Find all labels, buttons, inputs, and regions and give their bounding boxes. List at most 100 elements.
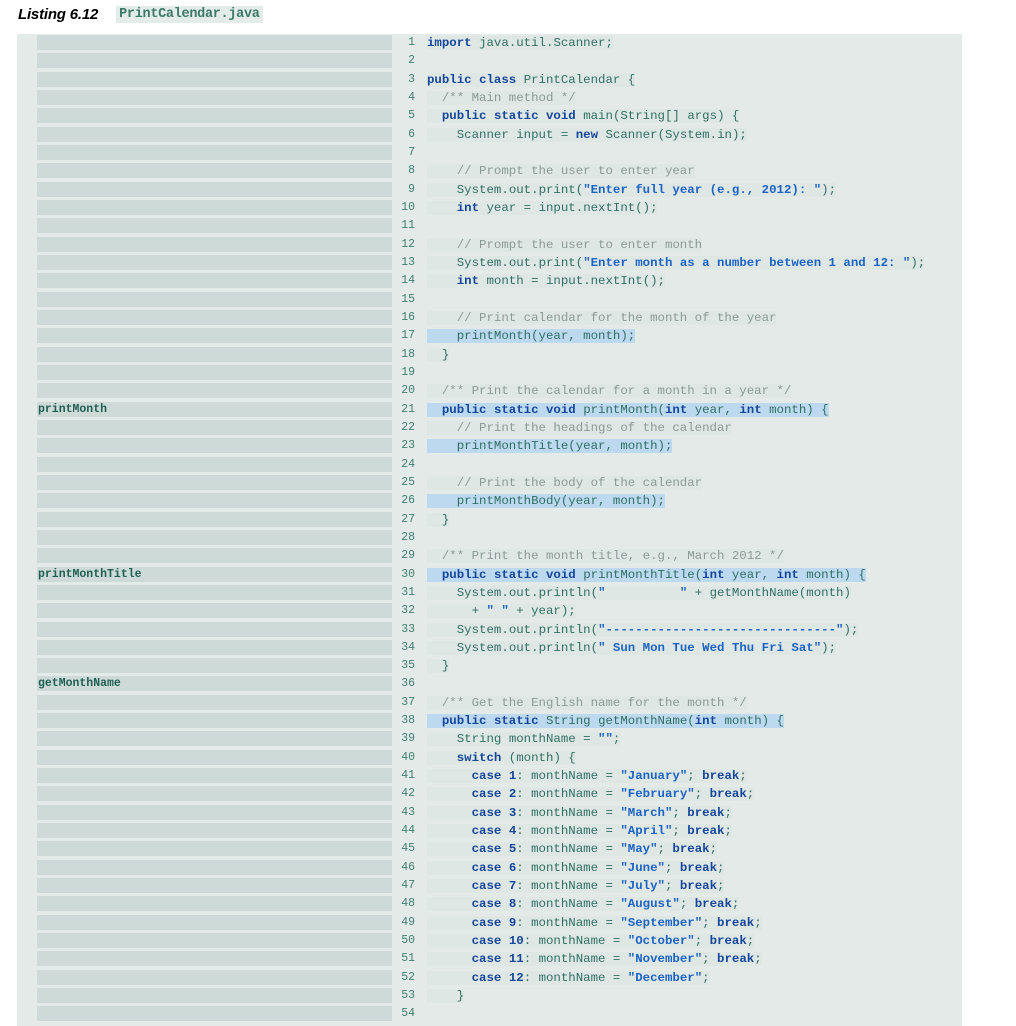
code-line: 33 System.out.println("-----------------… bbox=[17, 621, 962, 639]
line-number: 40 bbox=[401, 750, 415, 764]
code-listing-panel: 1 import java.util.Scanner; 2 3 public class… bbox=[17, 34, 962, 1026]
method-margin-label: getMonthName bbox=[38, 677, 121, 691]
margin-stripe bbox=[37, 1006, 392, 1022]
code-line-text: int year = input.nextInt(); bbox=[427, 199, 658, 217]
margin-stripe bbox=[37, 658, 392, 674]
code-line-text: } bbox=[427, 659, 450, 674]
margin-stripe bbox=[37, 896, 392, 912]
code-line: 49 case 9: monthName = "September"; brea… bbox=[17, 914, 962, 932]
margin-stripe bbox=[37, 419, 392, 435]
code-line-text: import java.util.Scanner; bbox=[427, 36, 613, 50]
line-number: 27 bbox=[401, 512, 415, 526]
margin-stripe bbox=[37, 291, 392, 307]
code-line: 38 public static String getMonthName(int… bbox=[17, 712, 962, 730]
code-line-text: case 2: monthName = "February"; break; bbox=[427, 785, 755, 803]
margin-stripe bbox=[37, 383, 392, 399]
code-line: 52 case 12: monthName = "December"; bbox=[17, 969, 962, 987]
code-line: 19 bbox=[17, 364, 962, 382]
code-line-text: printMonthBody(year, month); bbox=[427, 492, 665, 510]
code-line-text: System.out.println(" " + getMonthName(mo… bbox=[427, 584, 851, 602]
margin-stripe bbox=[37, 731, 392, 747]
line-number: 46 bbox=[401, 860, 415, 874]
line-number: 43 bbox=[401, 805, 415, 819]
code-line: 2 bbox=[17, 52, 962, 70]
code-line-text: String monthName = ""; bbox=[427, 730, 621, 748]
line-number: 12 bbox=[401, 237, 415, 251]
margin-stripe bbox=[37, 309, 392, 325]
margin-stripe bbox=[37, 35, 392, 50]
listing-filename: PrintCalendar.java bbox=[116, 5, 263, 23]
code-line-text: case 10: monthName = "October"; break; bbox=[427, 932, 755, 950]
margin-stripe bbox=[37, 53, 392, 69]
line-number: 23 bbox=[401, 439, 415, 453]
code-line: 9 System.out.print("Enter full year (e.g… bbox=[17, 181, 962, 199]
margin-stripe bbox=[37, 273, 392, 289]
margin-stripe bbox=[37, 914, 392, 930]
code-line-text: } bbox=[427, 989, 465, 1004]
margin-stripe bbox=[37, 694, 392, 710]
line-number: 35 bbox=[401, 659, 415, 673]
line-number: 38 bbox=[401, 714, 415, 728]
line-number: 2 bbox=[408, 54, 415, 68]
code-line: 25 // Print the body of the calendar bbox=[17, 474, 962, 492]
code-line: 40 switch (month) { bbox=[17, 749, 962, 767]
code-line-text: switch (month) { bbox=[427, 749, 576, 767]
margin-stripe bbox=[37, 163, 392, 179]
margin-stripe bbox=[37, 859, 392, 875]
line-number: 8 bbox=[408, 164, 415, 178]
code-line: 23 printMonthTitle(year, month); bbox=[17, 437, 962, 455]
line-number: 5 bbox=[408, 109, 415, 123]
line-number: 22 bbox=[401, 420, 415, 434]
code-line-text: case 11: monthName = "November"; break; bbox=[427, 950, 762, 968]
code-line-text: System.out.print("Enter full year (e.g.,… bbox=[427, 181, 837, 199]
margin-stripe bbox=[37, 969, 392, 985]
margin-stripe bbox=[37, 639, 392, 655]
code-line: 20 /** Print the calendar for a month in… bbox=[17, 382, 962, 400]
margin-stripe bbox=[37, 126, 392, 142]
margin-stripe bbox=[37, 346, 392, 362]
margin-stripe bbox=[37, 218, 392, 234]
margin-stripe bbox=[37, 71, 392, 87]
code-line-text: case 1: monthName = "January"; break; bbox=[427, 767, 747, 785]
code-line: 34 System.out.println(" Sun Mon Tue Wed … bbox=[17, 639, 962, 657]
code-line: 4 /** Main method */ bbox=[17, 89, 962, 107]
code-line: 47 case 7: monthName = "July"; break; bbox=[17, 877, 962, 895]
code-line-text: } bbox=[427, 512, 450, 527]
margin-stripe bbox=[37, 749, 392, 765]
line-number: 54 bbox=[401, 1007, 415, 1021]
line-number: 24 bbox=[401, 457, 415, 471]
line-number: 42 bbox=[401, 787, 415, 801]
margin-stripe bbox=[37, 621, 392, 637]
code-line-text: // Prompt the user to enter year bbox=[427, 164, 695, 179]
code-line-text: int month = input.nextInt(); bbox=[427, 272, 665, 290]
line-number: 29 bbox=[401, 549, 415, 563]
code-line-text: // Print the body of the calendar bbox=[427, 475, 703, 490]
margin-stripe bbox=[37, 438, 392, 454]
line-number: 20 bbox=[401, 384, 415, 398]
code-line-text: case 9: monthName = "September"; break; bbox=[427, 914, 762, 932]
line-number: 47 bbox=[401, 879, 415, 893]
code-line: 35 } bbox=[17, 657, 962, 675]
method-margin-label: printMonth bbox=[38, 402, 108, 416]
line-number: 44 bbox=[401, 824, 415, 838]
code-line: 39 String monthName = ""; bbox=[17, 730, 962, 748]
code-line: 28 bbox=[17, 529, 962, 547]
line-number: 36 bbox=[401, 677, 415, 691]
line-number: 41 bbox=[401, 769, 415, 783]
line-number: 17 bbox=[401, 329, 415, 343]
code-line: 41 case 1: monthName = "January"; break; bbox=[17, 767, 962, 785]
margin-stripe bbox=[37, 328, 392, 344]
code-line: 12 // Prompt the user to enter month bbox=[17, 236, 962, 254]
code-line: 8 // Prompt the user to enter year bbox=[17, 162, 962, 180]
code-line: 24 bbox=[17, 456, 962, 474]
code-line: 18 } bbox=[17, 346, 962, 364]
code-line-text: case 6: monthName = "June"; break; bbox=[427, 859, 725, 877]
code-line-text: printMonthTitle(year, month); bbox=[427, 437, 673, 455]
code-line-text: System.out.println("--------------------… bbox=[427, 621, 859, 639]
line-number: 52 bbox=[401, 970, 415, 984]
line-number: 45 bbox=[401, 842, 415, 856]
margin-stripe bbox=[37, 603, 392, 619]
code-line-text: case 8: monthName = "August"; break; bbox=[427, 895, 740, 913]
margin-stripe bbox=[37, 804, 392, 820]
code-line-text: // Prompt the user to enter month bbox=[427, 237, 703, 252]
